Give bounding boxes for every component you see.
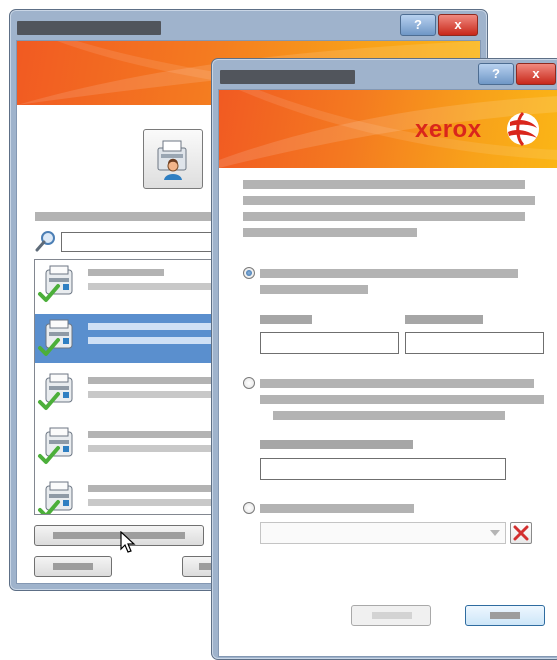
help-button[interactable]: ? — [400, 14, 436, 36]
list-action-button[interactable] — [34, 525, 204, 546]
search-icon — [35, 231, 55, 252]
dialog-content: xerox — [218, 89, 557, 657]
option-2-sublabel-2 — [273, 411, 505, 420]
option-3-radio[interactable] — [243, 502, 255, 514]
printer-icon — [38, 427, 73, 464]
printer-icon — [38, 481, 73, 514]
cancel-button[interactable] — [465, 605, 545, 626]
dialog-help-button[interactable]: ? — [478, 63, 514, 85]
window-title — [17, 21, 161, 35]
printer-status — [88, 391, 212, 398]
printer-status — [88, 337, 212, 344]
printer-status — [88, 499, 212, 506]
option-3-label — [260, 504, 414, 513]
printer-name — [88, 431, 212, 438]
ok-button[interactable] — [351, 605, 431, 626]
printer-status — [88, 283, 212, 290]
option-1-label — [260, 269, 518, 278]
mouse-cursor-icon — [120, 531, 136, 553]
remove-button[interactable] — [510, 522, 532, 544]
intro-line-3 — [243, 212, 525, 221]
list-heading — [35, 212, 225, 221]
chevron-down-icon — [490, 530, 500, 536]
xerox-banner: xerox — [219, 90, 557, 168]
printer-user-icon — [157, 140, 187, 180]
printer-list[interactable] — [34, 259, 234, 515]
field-2-label — [405, 315, 483, 324]
dialog-title — [220, 70, 355, 84]
printer-list-item[interactable] — [35, 422, 234, 472]
dialog-close-button[interactable]: x — [516, 63, 556, 85]
option-2-label — [260, 379, 534, 388]
xerox-sphere-logo — [507, 112, 539, 146]
dialog-title-bar[interactable]: ? x — [212, 59, 557, 89]
add-printer-button[interactable] — [143, 129, 203, 189]
printer-list-item[interactable] — [35, 314, 234, 364]
printer-list-item[interactable] — [35, 476, 234, 514]
secondary-button[interactable] — [34, 556, 112, 577]
intro-line-4 — [243, 228, 417, 237]
option-3-dropdown[interactable] — [260, 522, 506, 544]
field-3-label — [260, 440, 413, 449]
printer-icon — [38, 319, 73, 356]
printer-list-item[interactable] — [35, 368, 234, 418]
option-1-sublabel — [260, 285, 368, 294]
xerox-logo-text: xerox — [415, 116, 482, 143]
delete-x-icon — [513, 525, 529, 541]
printer-list-item[interactable] — [35, 260, 234, 310]
option-2-sublabel-1 — [260, 395, 544, 404]
printer-name — [88, 485, 212, 492]
printer-icon — [38, 373, 73, 410]
printer-name — [88, 269, 164, 276]
printer-name — [88, 323, 212, 330]
printer-setup-dialog: ? x xerox — [211, 58, 557, 660]
printer-icon — [38, 265, 73, 302]
field-1-label — [260, 315, 312, 324]
close-button[interactable]: x — [438, 14, 478, 36]
field-2-input[interactable] — [405, 332, 544, 354]
printer-name — [88, 377, 212, 384]
intro-line-2 — [243, 196, 535, 205]
intro-line-1 — [243, 180, 525, 189]
title-bar[interactable]: ? x — [10, 10, 487, 40]
field-3-input[interactable] — [260, 458, 506, 480]
printer-status — [88, 445, 212, 452]
search-input[interactable] — [61, 232, 221, 252]
option-2-radio[interactable] — [243, 377, 255, 389]
field-1-input[interactable] — [260, 332, 399, 354]
option-1-radio[interactable] — [243, 267, 255, 279]
